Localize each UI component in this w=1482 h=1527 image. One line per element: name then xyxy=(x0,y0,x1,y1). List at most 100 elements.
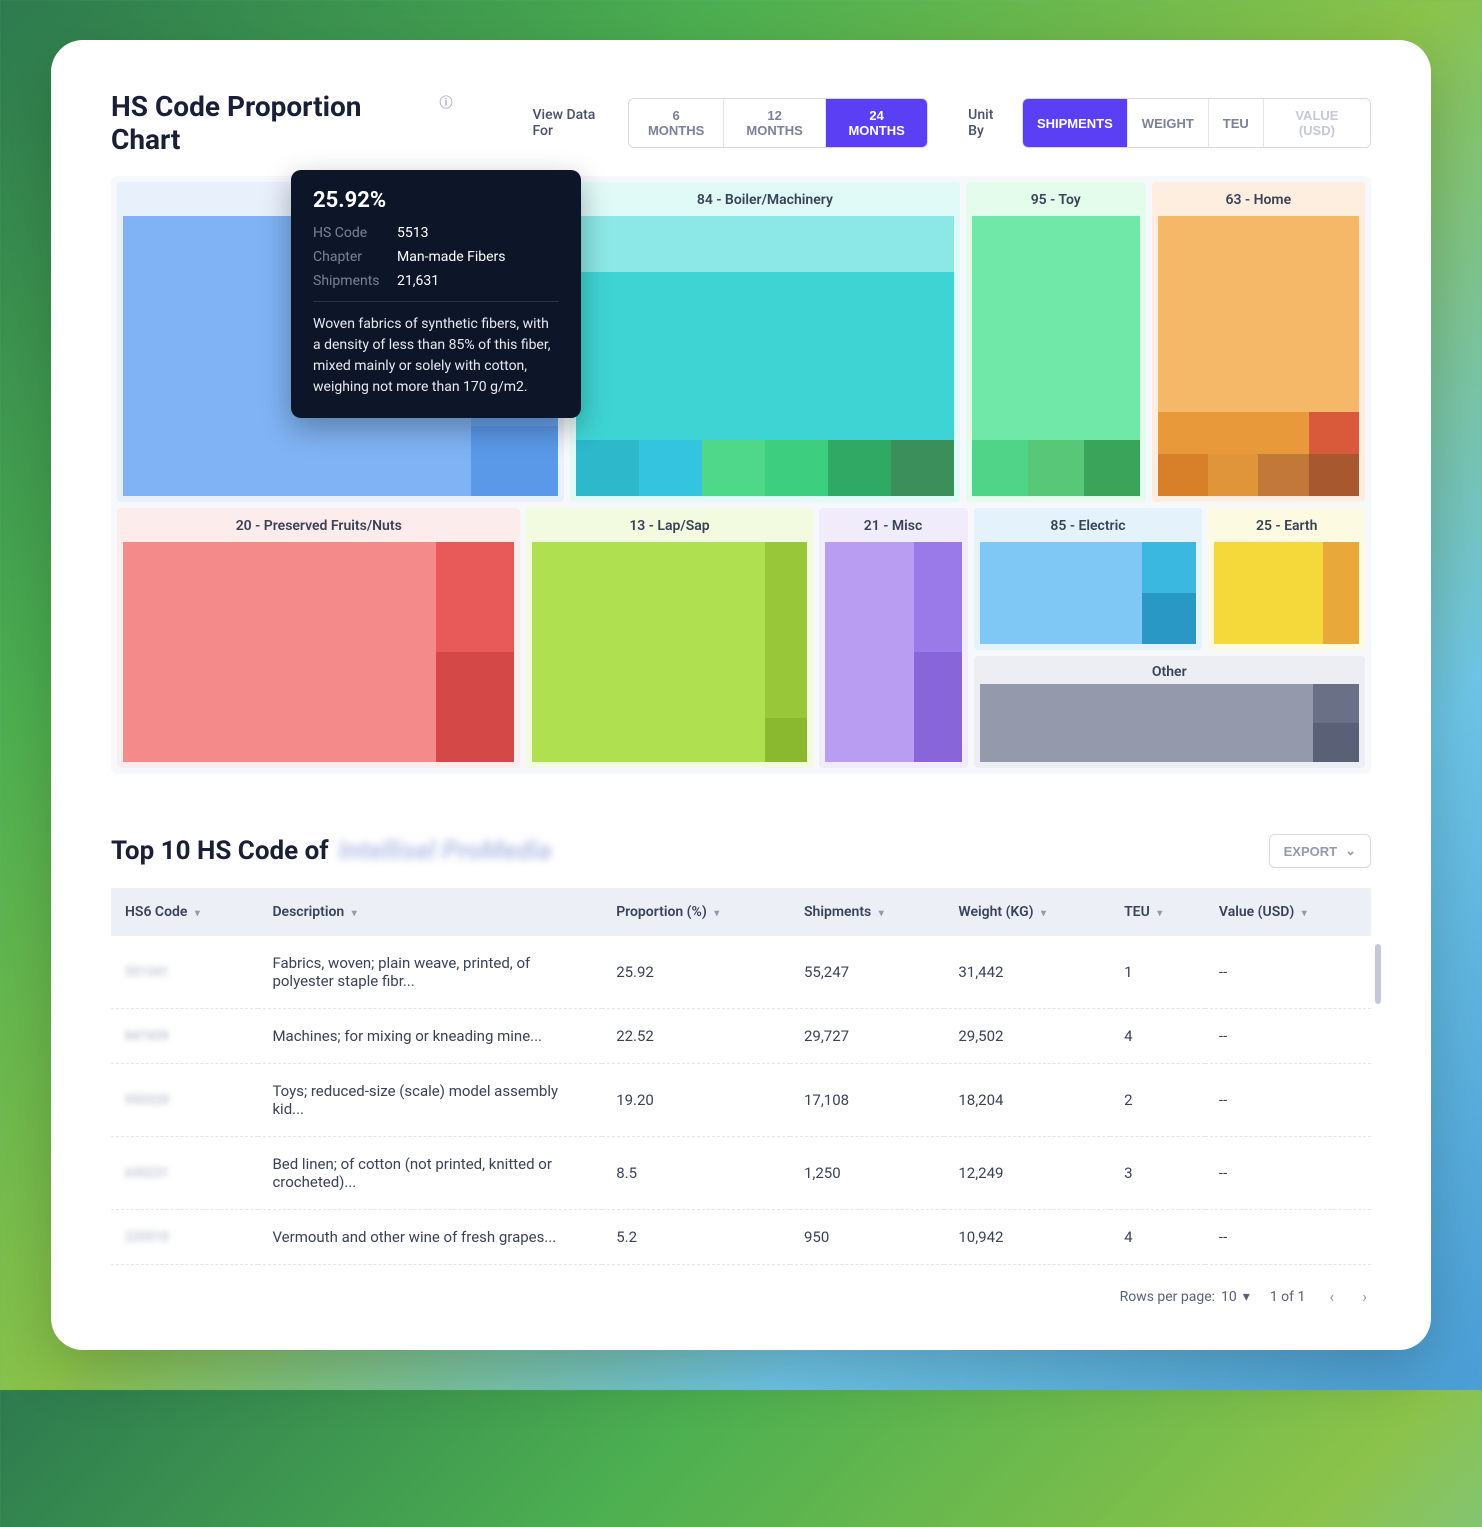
chart-title: HS Code Proportion Chart ⓘ xyxy=(111,90,452,156)
cell-weight: 31,442 xyxy=(944,936,1110,1009)
cell-proportion: 19.20 xyxy=(602,1064,790,1137)
tooltip-chapter-value: Man-made Fibers xyxy=(397,249,506,265)
cell-teu: 1 xyxy=(1110,936,1205,1009)
treemap-tooltip: 25.92% HS Code5513 ChapterMan-made Fiber… xyxy=(291,170,581,418)
table-header-row: HS6 Code ▾Description ▾Proportion (%) ▾S… xyxy=(111,888,1371,936)
cell-teu: 4 xyxy=(1110,1210,1205,1265)
cell-teu: 2 xyxy=(1110,1064,1205,1137)
cell-description: Toys; reduced-size (scale) model assembl… xyxy=(258,1064,602,1137)
unit-by-label: Unit By xyxy=(968,107,1012,139)
info-icon[interactable]: ⓘ xyxy=(439,92,452,111)
prev-page-button[interactable]: ‹ xyxy=(1325,1283,1338,1310)
table-row[interactable]: 950320Toys; reduced-size (scale) model a… xyxy=(111,1064,1371,1137)
cell-value: -- xyxy=(1205,1064,1371,1137)
cell-shipments: 1,250 xyxy=(790,1137,944,1210)
tooltip-percent: 25.92% xyxy=(313,188,559,213)
cell-weight: 12,249 xyxy=(944,1137,1110,1210)
cell-description: Bed linen; of cotton (not printed, knitt… xyxy=(258,1137,602,1210)
treemap-cell-label: 21 - Misc xyxy=(825,514,962,542)
sort-icon: ▾ xyxy=(195,908,200,919)
unit-by-group: Unit By SHIPMENTSWEIGHTTEUVALUE (USD) xyxy=(968,98,1371,148)
treemap-cell-85[interactable]: 85 - Electric xyxy=(974,508,1203,650)
view-data-for-group: View Data For 6 MONTHS12 MONTHS24 MONTHS xyxy=(532,98,928,148)
cell-shipments: 55,247 xyxy=(790,936,944,1009)
table-title-company: Intellisel ProMedia xyxy=(339,836,552,866)
table-row[interactable]: 220510Vermouth and other wine of fresh g… xyxy=(111,1210,1371,1265)
cell-hs6-code: 950320 xyxy=(111,1064,258,1137)
scrollbar-thumb[interactable] xyxy=(1375,944,1381,1004)
treemap-cell-label: 84 - Boiler/Machinery xyxy=(576,188,954,216)
sort-icon: ▾ xyxy=(352,908,357,919)
cell-hs6-code: 220510 xyxy=(111,1210,258,1265)
sort-icon: ▾ xyxy=(1302,908,1307,919)
rows-per-page-value: 10 xyxy=(1221,1289,1237,1305)
table-scroll: HS6 Code ▾Description ▾Proportion (%) ▾S… xyxy=(111,888,1371,1265)
table-row[interactable]: 847439Machines; for mixing or kneading m… xyxy=(111,1009,1371,1064)
cell-description: Vermouth and other wine of fresh grapes.… xyxy=(258,1210,602,1265)
table-title-prefix: Top 10 HS Code of xyxy=(111,836,329,866)
cell-weight: 10,942 xyxy=(944,1210,1110,1265)
export-label: EXPORT xyxy=(1284,844,1337,859)
cell-proportion: 8.5 xyxy=(602,1137,790,1210)
cell-shipments: 950 xyxy=(790,1210,944,1265)
view-period-6-months[interactable]: 6 MONTHS xyxy=(629,99,724,147)
cell-proportion: 25.92 xyxy=(602,936,790,1009)
unit-shipments[interactable]: SHIPMENTS xyxy=(1023,99,1128,147)
chart-title-text: HS Code Proportion Chart xyxy=(111,90,433,156)
dropdown-icon: ▾ xyxy=(1243,1289,1250,1305)
column-shipments[interactable]: Shipments ▾ xyxy=(790,888,944,936)
tooltip-shipments-label: Shipments xyxy=(313,273,383,289)
cell-proportion: 22.52 xyxy=(602,1009,790,1064)
next-page-button[interactable]: › xyxy=(1358,1283,1371,1310)
treemap-cell-25[interactable]: 25 - Earth xyxy=(1208,508,1365,650)
tooltip-chapter-label: Chapter xyxy=(313,249,383,265)
column-hs-code[interactable]: HS6 Code ▾ xyxy=(111,888,258,936)
column-value-usd-[interactable]: Value (USD) ▾ xyxy=(1205,888,1371,936)
treemap-cell-21[interactable]: 21 - Misc xyxy=(819,508,968,768)
treemap-cell-label: Other xyxy=(980,662,1359,684)
cell-teu: 3 xyxy=(1110,1137,1205,1210)
chart-header: HS Code Proportion Chart ⓘ View Data For… xyxy=(111,90,1371,156)
pagination: Rows per page: 10 ▾ 1 of 1 ‹ › xyxy=(111,1283,1371,1310)
cell-value: -- xyxy=(1205,1137,1371,1210)
treemap-cell-other[interactable]: Other xyxy=(974,656,1365,768)
view-period-12-months[interactable]: 12 MONTHS xyxy=(724,99,826,147)
cell-teu: 4 xyxy=(1110,1009,1205,1064)
sort-icon: ▾ xyxy=(1157,908,1162,919)
sort-icon: ▾ xyxy=(879,908,884,919)
cell-description: Fabrics, woven; plain weave, printed, of… xyxy=(258,936,602,1009)
treemap-cell-label: 85 - Electric xyxy=(980,514,1197,542)
cell-hs6-code: 551341 xyxy=(111,936,258,1009)
column-proportion-[interactable]: Proportion (%) ▾ xyxy=(602,888,790,936)
cell-value: -- xyxy=(1205,936,1371,1009)
treemap-cell-63[interactable]: 63 - Home xyxy=(1152,182,1365,502)
treemap-cell-84[interactable]: 84 - Boiler/Machinery xyxy=(570,182,960,502)
rows-per-page[interactable]: Rows per page: 10 ▾ xyxy=(1120,1289,1250,1305)
treemap-cell-20[interactable]: 20 - Preserved Fruits/Nuts xyxy=(117,508,520,768)
treemap-cell-label: 20 - Preserved Fruits/Nuts xyxy=(123,514,514,542)
rows-per-page-label: Rows per page: xyxy=(1120,1289,1215,1305)
column-weight-kg-[interactable]: Weight (KG) ▾ xyxy=(944,888,1110,936)
cell-weight: 29,502 xyxy=(944,1009,1110,1064)
view-period-toggle: 6 MONTHS12 MONTHS24 MONTHS xyxy=(628,98,928,148)
export-button[interactable]: EXPORT ⌄ xyxy=(1269,834,1371,868)
cell-shipments: 29,727 xyxy=(790,1009,944,1064)
column-teu[interactable]: TEU ▾ xyxy=(1110,888,1205,936)
treemap-cell-label: 63 - Home xyxy=(1158,188,1359,216)
tooltip-hs-code-label: HS Code xyxy=(313,225,383,241)
view-data-label: View Data For xyxy=(532,107,618,139)
unit-weight[interactable]: WEIGHT xyxy=(1128,99,1209,147)
column-description[interactable]: Description ▾ xyxy=(258,888,602,936)
treemap-cell-label: 13 - Lap/Sap xyxy=(532,514,806,542)
table-row[interactable]: 551341Fabrics, woven; plain weave, print… xyxy=(111,936,1371,1009)
table-row[interactable]: 630231Bed linen; of cotton (not printed,… xyxy=(111,1137,1371,1210)
cell-hs6-code: 630231 xyxy=(111,1137,258,1210)
treemap-cell-95[interactable]: 95 - Toy xyxy=(966,182,1146,502)
hs-code-table: HS6 Code ▾Description ▾Proportion (%) ▾S… xyxy=(111,888,1371,1265)
cell-value: -- xyxy=(1205,1009,1371,1064)
view-period-24-months[interactable]: 24 MONTHS xyxy=(826,99,927,147)
unit-teu[interactable]: TEU xyxy=(1209,99,1264,147)
dashboard-card: HS Code Proportion Chart ⓘ View Data For… xyxy=(51,40,1431,1350)
cell-hs6-code: 847439 xyxy=(111,1009,258,1064)
treemap-cell-13[interactable]: 13 - Lap/Sap xyxy=(526,508,812,768)
